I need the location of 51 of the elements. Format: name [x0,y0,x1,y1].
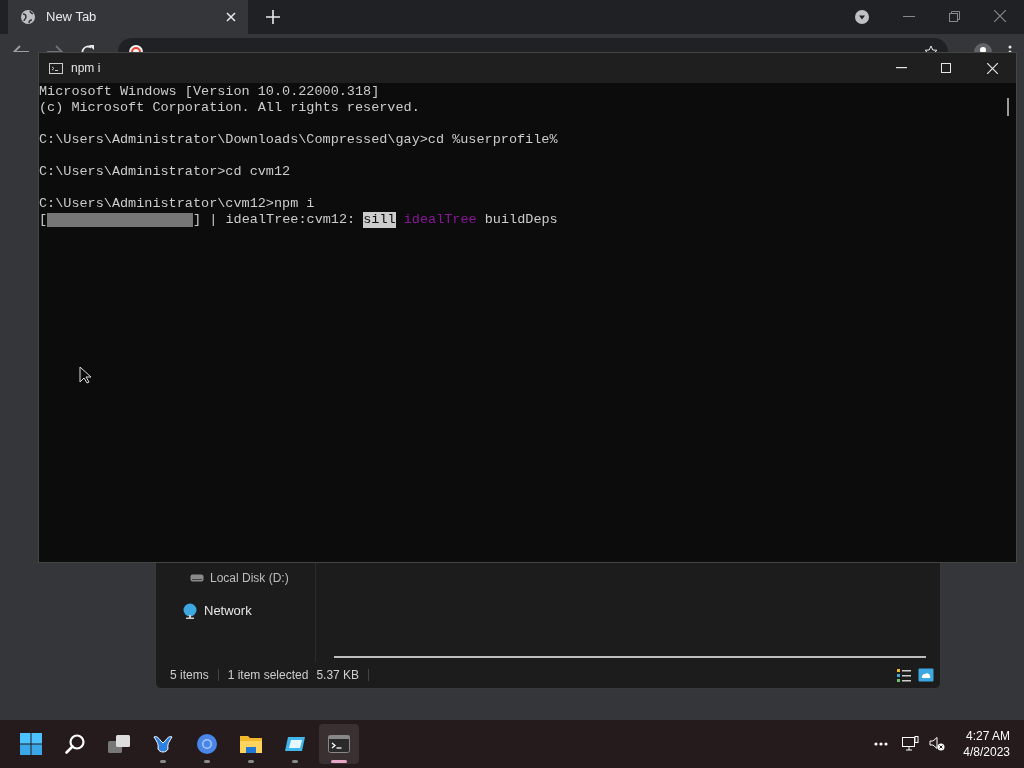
windows-logo-icon [19,732,43,756]
nav-item[interactable]: Local Disk (D:) [210,569,289,587]
details-view-icon[interactable] [896,667,912,683]
more-icon[interactable] [874,742,889,746]
console-text: buildDeps [483,212,558,228]
terminal-icon [49,62,63,74]
status-text: 1 item selected [227,667,309,684]
clock-time[interactable]: 4:27 AM [965,728,1010,744]
browser-icon [196,733,218,755]
restore-icon[interactable] [949,11,960,22]
tiles-view-icon[interactable] [918,668,934,682]
forward-icon[interactable] [45,44,64,52]
console-text: sill [363,212,396,228]
window-title: npm i [71,60,101,77]
star-icon[interactable] [924,45,939,52]
tab-title: New Tab [46,8,98,27]
task-view-icon [107,733,131,755]
bracket: [ [39,212,48,228]
mouse-pointer-icon [79,366,92,384]
console-text: idealTree [402,212,477,228]
clock-date[interactable]: 4/8/2023 [963,744,1010,760]
scrollbar[interactable] [334,656,926,658]
minimize-icon[interactable] [903,16,915,18]
console-line: C:\Users\Administrator\Downloads\Compressed\gay>cd %userprofile% [39,132,559,148]
network-icon [182,602,198,619]
console-line: Microsoft Windows [Version 10.0.22000.318] [39,84,381,100]
muted-speaker-icon[interactable] [929,736,946,752]
bracket: ] [193,212,202,228]
status-text: 5 items [170,667,209,684]
console-line: C:\Users\Administrator>cd cvm12 [39,164,292,180]
folder-icon [239,733,263,755]
console-text: | idealTree:cvm12: [208,212,357,228]
app-icon [152,733,174,755]
network-icon[interactable] [902,736,920,752]
terminal-icon [328,735,350,753]
dropdown-icon[interactable] [855,10,869,24]
app-icon [284,735,306,753]
browser-tab[interactable]: New Tab [8,0,248,34]
drive-icon [190,574,204,582]
minimize-icon[interactable] [896,67,907,69]
maximize-icon[interactable] [941,63,951,73]
taskbar-button[interactable] [319,724,359,764]
search-icon [64,733,86,755]
nav-item[interactable]: Network [204,601,252,621]
scrollbar-thumb[interactable] [1006,98,1009,116]
console-line: C:\Users\Administrator\cvm12>npm i [39,196,316,212]
status-text: 5.37 KB [316,667,360,684]
new-tab-icon[interactable] [266,10,280,24]
console-line: (c) Microsoft Corporation. All rights reserved. [39,100,421,116]
globe-icon [20,9,36,25]
back-icon[interactable] [12,44,30,52]
